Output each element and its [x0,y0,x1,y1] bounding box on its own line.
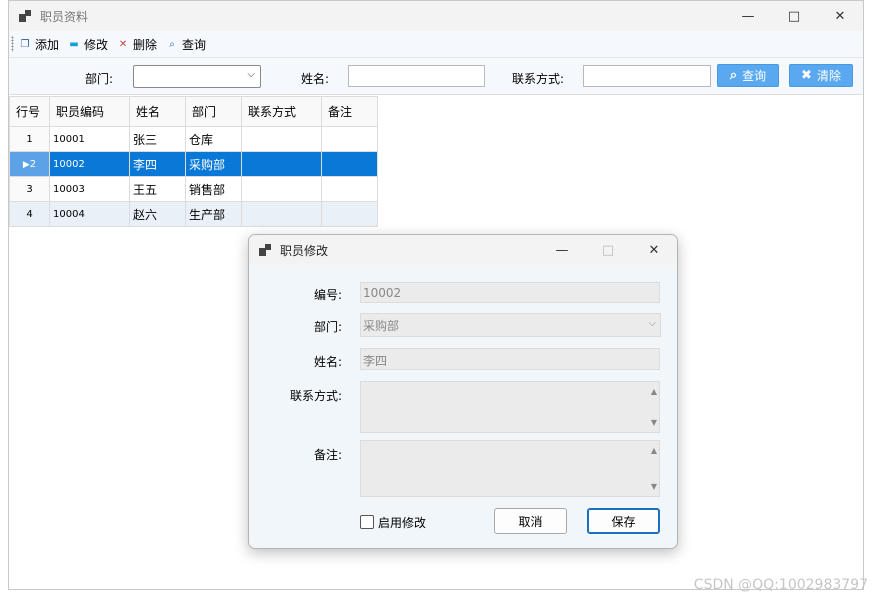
row-number: ▶2 [9,151,50,177]
table-row[interactable]: 3 10003 王五 销售部 [9,176,378,202]
row-number: 1 [9,126,50,152]
table-row[interactable]: 1 10001 张三 仓库 [9,126,378,152]
cell-code[interactable]: 10003 [49,176,130,202]
search-icon: ⌕ [169,38,175,50]
dialog-maximize-button[interactable]: □ [585,235,631,265]
cell-contact[interactable] [241,151,322,177]
scroll-up-icon[interactable]: ▲ [651,446,657,455]
cell-contact[interactable] [241,201,322,227]
row-number: 3 [9,176,50,202]
employee-grid: 行号 职员编码 姓名 部门 联系方式 备注 1 10001 张三 仓库 ▶2 1… [9,96,378,227]
filter-bar: 部门: ⌵ 姓名: 联系方式: ⌕ 查询 ✖ 清除 [9,58,863,95]
close-button[interactable]: ✕ [817,1,863,31]
cell-note[interactable] [321,176,378,202]
dept-filter-label: 部门: [85,72,114,86]
cell-code[interactable]: 10002 [49,151,130,177]
name-filter-label: 姓名: [301,72,330,86]
cell-code[interactable]: 10001 [49,126,130,152]
cell-contact[interactable] [241,126,322,152]
col-header-code[interactable]: 职员编码 [49,96,130,127]
cell-name[interactable]: 王五 [129,176,186,202]
save-button[interactable]: 保存 [587,508,660,534]
scroll-up-icon[interactable]: ▲ [651,387,657,396]
delete-icon: ✕ [118,38,128,50]
note-textarea[interactable]: ▲ ▼ [360,440,660,497]
name-field[interactable]: 李四 [360,348,660,370]
app-icon [19,9,33,23]
cell-name[interactable]: 张三 [129,126,186,152]
cell-name[interactable]: 李四 [129,151,186,177]
query-button-label: 查询 [742,69,767,83]
note-label: 备注: [313,448,342,462]
contact-filter-input[interactable] [583,65,711,87]
col-header-row-no[interactable]: 行号 [9,96,50,127]
delete-button[interactable]: ✕ 删除 [116,36,157,53]
add-icon: ❐ [20,38,30,50]
col-header-note[interactable]: 备注 [321,96,378,127]
dialog-app-icon [259,243,273,257]
contact-label: 联系方式: [289,389,342,403]
chevron-down-icon: ⌵ [247,69,255,80]
dept-select-value: 采购部 [363,319,400,333]
contact-textarea[interactable]: ▲ ▼ [360,381,660,433]
cell-note[interactable] [321,201,378,227]
col-header-name[interactable]: 姓名 [129,96,186,127]
col-header-contact[interactable]: 联系方式 [241,96,322,127]
minimize-button[interactable]: — [725,1,771,31]
current-row-icon: ▶ [22,159,30,170]
edit-employee-dialog: 职员修改 — □ ✕ 编号: 10002 部门: 采购部 ⌵ 姓名: 李四 联系… [248,234,678,549]
chevron-down-icon: ⌵ [648,318,656,329]
edit-icon: ▬ [69,38,79,50]
table-row-selected[interactable]: ▶2 10002 李四 采购部 [9,151,378,177]
enable-edit-label[interactable]: 启用修改 [378,514,426,531]
clear-icon: ✖ [801,68,812,83]
code-field[interactable]: 10002 [360,282,660,303]
cell-code[interactable]: 10004 [49,201,130,227]
table-row[interactable]: 4 10004 赵六 生产部 [9,201,378,227]
cell-contact[interactable] [241,176,322,202]
name-label: 姓名: [313,355,342,369]
toolbar-grip[interactable] [11,36,14,52]
cell-name[interactable]: 赵六 [129,201,186,227]
query-toolbar-button[interactable]: ⌕ 查询 [165,36,206,53]
add-label: 添加 [35,37,60,52]
toolbar: ❐ 添加 ▬ 修改 ✕ 删除 ⌕ 查询 [9,31,863,58]
cell-dept[interactable]: 仓库 [185,126,242,152]
dept-filter-select[interactable]: ⌵ [133,65,261,88]
row-number: 4 [9,201,50,227]
contact-filter-label: 联系方式: [512,72,565,86]
dept-label: 部门: [313,320,342,334]
dialog-minimize-button[interactable]: — [539,235,585,265]
dialog-title: 职员修改 [280,243,329,258]
add-button[interactable]: ❐ 添加 [18,36,60,53]
enable-edit-checkbox[interactable] [360,515,374,529]
cell-dept[interactable]: 销售部 [185,176,242,202]
title-bar: 职员资料 — □ ✕ [9,1,863,31]
clear-button-label: 清除 [816,69,841,83]
dialog-title-bar: 职员修改 — □ ✕ [249,235,677,265]
dialog-close-button[interactable]: ✕ [631,235,677,265]
edit-label: 修改 [84,37,109,52]
cell-note[interactable] [321,151,378,177]
code-label: 编号: [313,288,342,302]
query-toolbar-label: 查询 [182,37,207,52]
cell-dept[interactable]: 生产部 [185,201,242,227]
watermark: CSDN @QQ:1002983797 [693,577,868,593]
scroll-down-icon[interactable]: ▼ [651,418,657,427]
clear-button[interactable]: ✖ 清除 [789,64,853,87]
cell-dept[interactable]: 采购部 [185,151,242,177]
grid-header-row: 行号 职员编码 姓名 部门 联系方式 备注 [9,96,378,127]
scroll-down-icon[interactable]: ▼ [651,482,657,491]
query-button[interactable]: ⌕ 查询 [717,64,779,87]
cell-note[interactable] [321,126,378,152]
window-title: 职员资料 [40,9,89,24]
name-filter-input[interactable] [348,65,485,87]
delete-label: 删除 [133,37,158,52]
maximize-button[interactable]: □ [771,1,817,31]
search-icon: ⌕ [729,68,738,83]
cancel-button[interactable]: 取消 [494,508,567,534]
edit-button[interactable]: ▬ 修改 [67,36,108,53]
col-header-dept[interactable]: 部门 [185,96,242,127]
dept-select[interactable]: 采购部 ⌵ [360,313,661,337]
